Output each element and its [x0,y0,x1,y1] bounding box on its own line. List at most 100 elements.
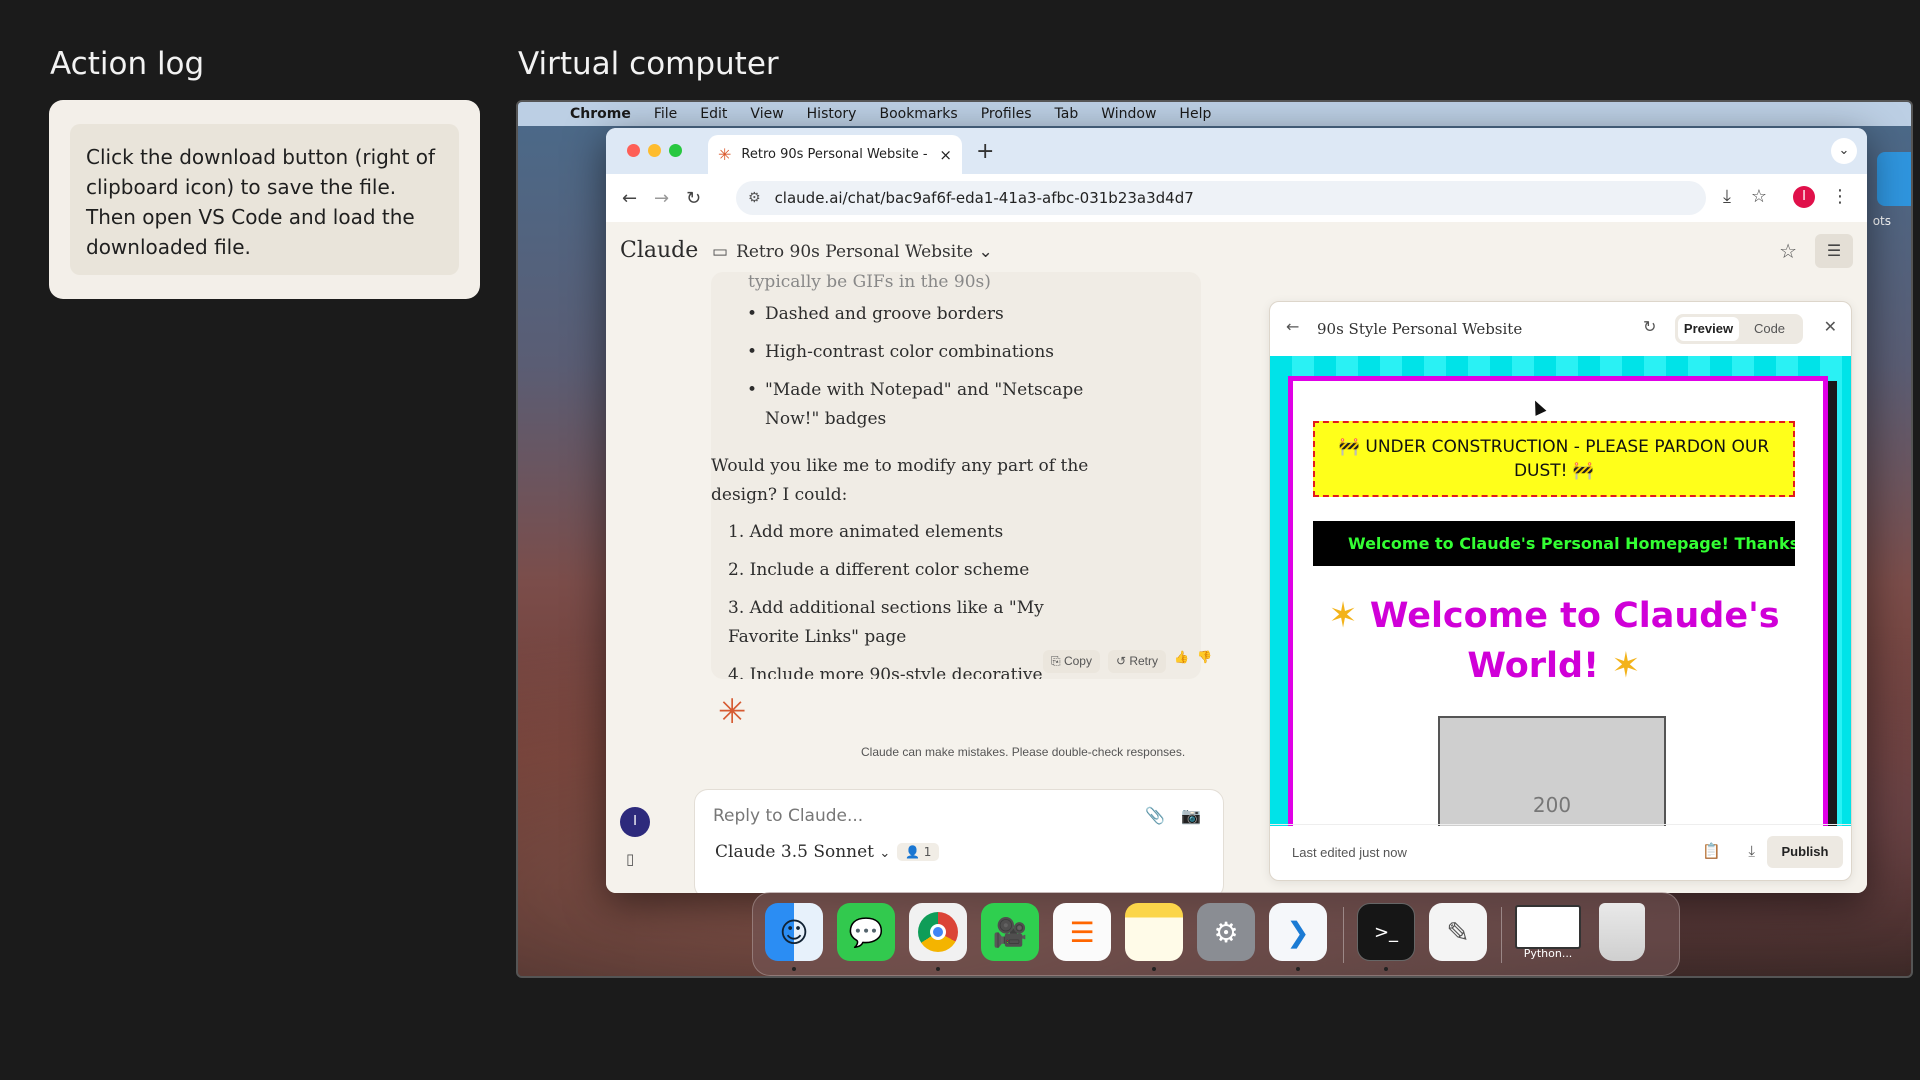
list-item: 1. Add more animated elements [728,522,1004,542]
more-menu-icon[interactable]: ⋮ [1831,186,1849,207]
preview-page: 🚧 UNDER CONSTRUCTION - PLEASE PARDON OUR… [1288,376,1837,826]
feature-list: Dashed and groove borders High-contrast … [747,300,1107,443]
vscode-icon[interactable]: ❯ [1269,903,1327,961]
virtual-computer-screen: Chrome File Edit View History Bookmarks … [516,100,1913,978]
menu-profiles[interactable]: Profiles [981,106,1032,122]
menu-history[interactable]: History [807,106,857,122]
disclaimer: Claude can make mistakes. Please double-… [861,745,1186,759]
chrome-icon[interactable] [909,903,967,961]
menu-tab[interactable]: Tab [1055,106,1079,122]
claude-page: Claude ▭ Retro 90s Personal Website ⌄ ☆ ☰… [606,222,1867,893]
code-tab[interactable]: Code [1739,317,1800,341]
chat-title-dropdown[interactable]: ▭ Retro 90s Personal Website ⌄ [712,242,993,262]
sidebar-toggle-icon[interactable]: ▯ [626,850,634,868]
copy-button[interactable]: ⎘ Copy [1043,650,1100,673]
menu-app-name[interactable]: Chrome [570,106,631,122]
back-arrow-icon[interactable]: ← [622,188,637,209]
new-tab-icon[interactable]: + [976,139,994,164]
list-item: "Made with Notepad" and "Netscape Now!" … [747,376,1107,434]
messages-icon[interactable]: 💬 [837,903,895,961]
textedit-icon[interactable]: ✎ [1429,903,1487,961]
window-controls [627,144,682,157]
retry-icon: ↺ [1115,654,1130,668]
terminal-icon[interactable]: >_ [1357,903,1415,961]
forward-arrow-icon[interactable]: → [654,188,669,209]
chevron-down-icon: ⌄ [879,846,891,861]
bookmark-star-icon[interactable]: ☆ [1751,186,1767,207]
back-arrow-icon[interactable]: ← [1286,317,1299,336]
maximize-window-button[interactable] [669,144,682,157]
thumbs-up-icon[interactable]: 👍 [1174,650,1189,673]
thumbs-down-icon[interactable]: 👎 [1197,650,1212,673]
python-window-thumbnail[interactable] [1515,905,1581,949]
trash-icon[interactable] [1599,903,1645,961]
claude-logo[interactable]: Claude [620,238,698,263]
menu-bookmarks[interactable]: Bookmarks [879,106,957,122]
url-text: claude.ai/chat/bac9af6f-eda1-41a3-afbc-0… [774,189,1194,207]
install-app-icon[interactable]: ⤓ [1723,186,1731,207]
list-item: Dashed and groove borders [747,300,1107,329]
browser-tab[interactable]: ✳ Retro 90s Personal Website - × [708,135,962,174]
python-thumbnail-label: Python... [1523,947,1573,960]
retry-label: Retry [1129,654,1159,668]
reply-input[interactable]: Reply to Claude... [713,806,863,826]
under-construction-banner: 🚧 UNDER CONSTRUCTION - PLEASE PARDON OUR… [1313,421,1795,497]
artifact-panel: ← 90s Style Personal Website ↻ Preview C… [1269,301,1852,881]
paperclip-icon[interactable]: 📎 [1145,806,1165,825]
close-icon[interactable]: ✕ [1824,317,1837,336]
notes-icon[interactable] [1125,903,1183,961]
menu-window[interactable]: Window [1101,106,1156,122]
copy-label: Copy [1063,654,1092,668]
menu-view[interactable]: View [750,106,783,122]
style-selector[interactable]: 👤 1 [897,843,940,861]
system-settings-icon[interactable]: ⚙ [1197,903,1255,961]
site-settings-icon[interactable]: ⚙ [748,190,761,206]
model-selector[interactable]: Claude 3.5 Sonnet ⌄ [715,842,890,862]
action-log-title: Action log [50,46,205,82]
virtual-computer-title: Virtual computer [518,46,779,82]
publish-button[interactable]: Publish [1767,836,1843,868]
action-log-text: Click the download button (right of clip… [70,124,459,275]
address-bar[interactable]: ⚙ claude.ai/chat/bac9af6f-eda1-41a3-afbc… [736,181,1706,215]
chat-settings-icon[interactable]: ☰ [1815,234,1853,268]
minimize-window-button[interactable] [648,144,661,157]
reminders-icon[interactable]: ☰ [1053,903,1111,961]
chrome-window: ✳ Retro 90s Personal Website - × + ⌄ ← →… [606,128,1867,893]
dock-separator [1501,907,1502,963]
close-tab-icon[interactable]: × [939,146,952,164]
retry-button[interactable]: ↺ Retry [1107,650,1167,673]
refresh-icon[interactable]: ↻ [1643,317,1656,336]
welcome-heading: ✶ Welcome to Claude's World! ✶ [1313,591,1795,691]
star-icon: ✶ [1611,646,1641,686]
close-window-button[interactable] [627,144,640,157]
menu-edit[interactable]: Edit [700,106,727,122]
people-count: 1 [923,845,932,859]
star-chat-icon[interactable]: ☆ [1779,239,1797,263]
welcome-text: Welcome to Claude's World! [1369,596,1780,686]
tab-strip: ✳ Retro 90s Personal Website - × + ⌄ [606,128,1867,174]
question-paragraph: Would you like me to modify any part of … [711,456,1089,505]
faded-text-line: typically be GIFs in the 90s) [748,272,991,292]
camera-icon[interactable]: 📷 [1181,806,1201,825]
chat-bubble-icon: ▭ [712,242,729,262]
running-indicator [1296,967,1300,971]
menu-help[interactable]: Help [1179,106,1211,122]
menu-file[interactable]: File [654,106,677,122]
preview-tab[interactable]: Preview [1678,317,1739,341]
dock-separator [1343,907,1344,963]
user-avatar[interactable]: I [620,807,650,837]
claude-favicon-icon: ✳ [718,145,732,164]
desktop-folder-icon[interactable] [1877,152,1911,206]
list-item: High-contrast color combinations [747,338,1107,367]
desktop-icon-label: ots [1872,214,1891,228]
chat-title-text: Retro 90s Personal Website [736,242,974,262]
clipboard-icon[interactable]: 📋 [1702,842,1721,860]
tab-search-chevron-icon[interactable]: ⌄ [1831,138,1857,164]
finder-icon[interactable]: ☺ [765,903,823,961]
profile-avatar[interactable]: I [1793,186,1815,208]
reload-icon[interactable]: ↻ [686,188,701,209]
dock: ☺ 💬 🎥 ☰ ⚙ ❯ >_ ✎ Python... [752,892,1680,976]
download-icon[interactable]: ⤓ [1748,842,1755,860]
facetime-icon[interactable]: 🎥 [981,903,1039,961]
browser-toolbar: ← → ↻ ⚙ claude.ai/chat/bac9af6f-eda1-41a… [606,174,1867,222]
